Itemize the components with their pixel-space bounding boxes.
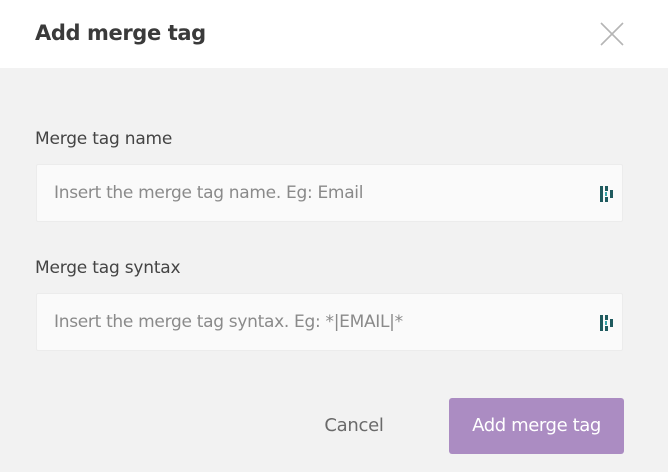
merge-tag-syntax-input[interactable] xyxy=(37,294,587,350)
dialog-header: Add merge tag xyxy=(0,0,668,68)
merge-field-icon[interactable] xyxy=(599,313,617,333)
cancel-button[interactable]: Cancel xyxy=(310,399,398,453)
merge-tag-name-label: Merge tag name xyxy=(35,129,173,149)
merge-tag-name-input[interactable] xyxy=(37,165,587,221)
dialog-title: Add merge tag xyxy=(35,21,206,45)
add-merge-tag-button[interactable]: Add merge tag xyxy=(449,398,624,454)
close-button[interactable] xyxy=(598,20,626,48)
merge-tag-name-field xyxy=(36,164,623,222)
merge-field-icon[interactable] xyxy=(599,184,617,204)
merge-tag-syntax-label: Merge tag syntax xyxy=(35,258,181,278)
close-icon xyxy=(600,22,624,46)
add-merge-tag-dialog: Add merge tag Merge tag name Merge tag s… xyxy=(0,0,668,472)
merge-tag-syntax-field xyxy=(36,293,623,351)
